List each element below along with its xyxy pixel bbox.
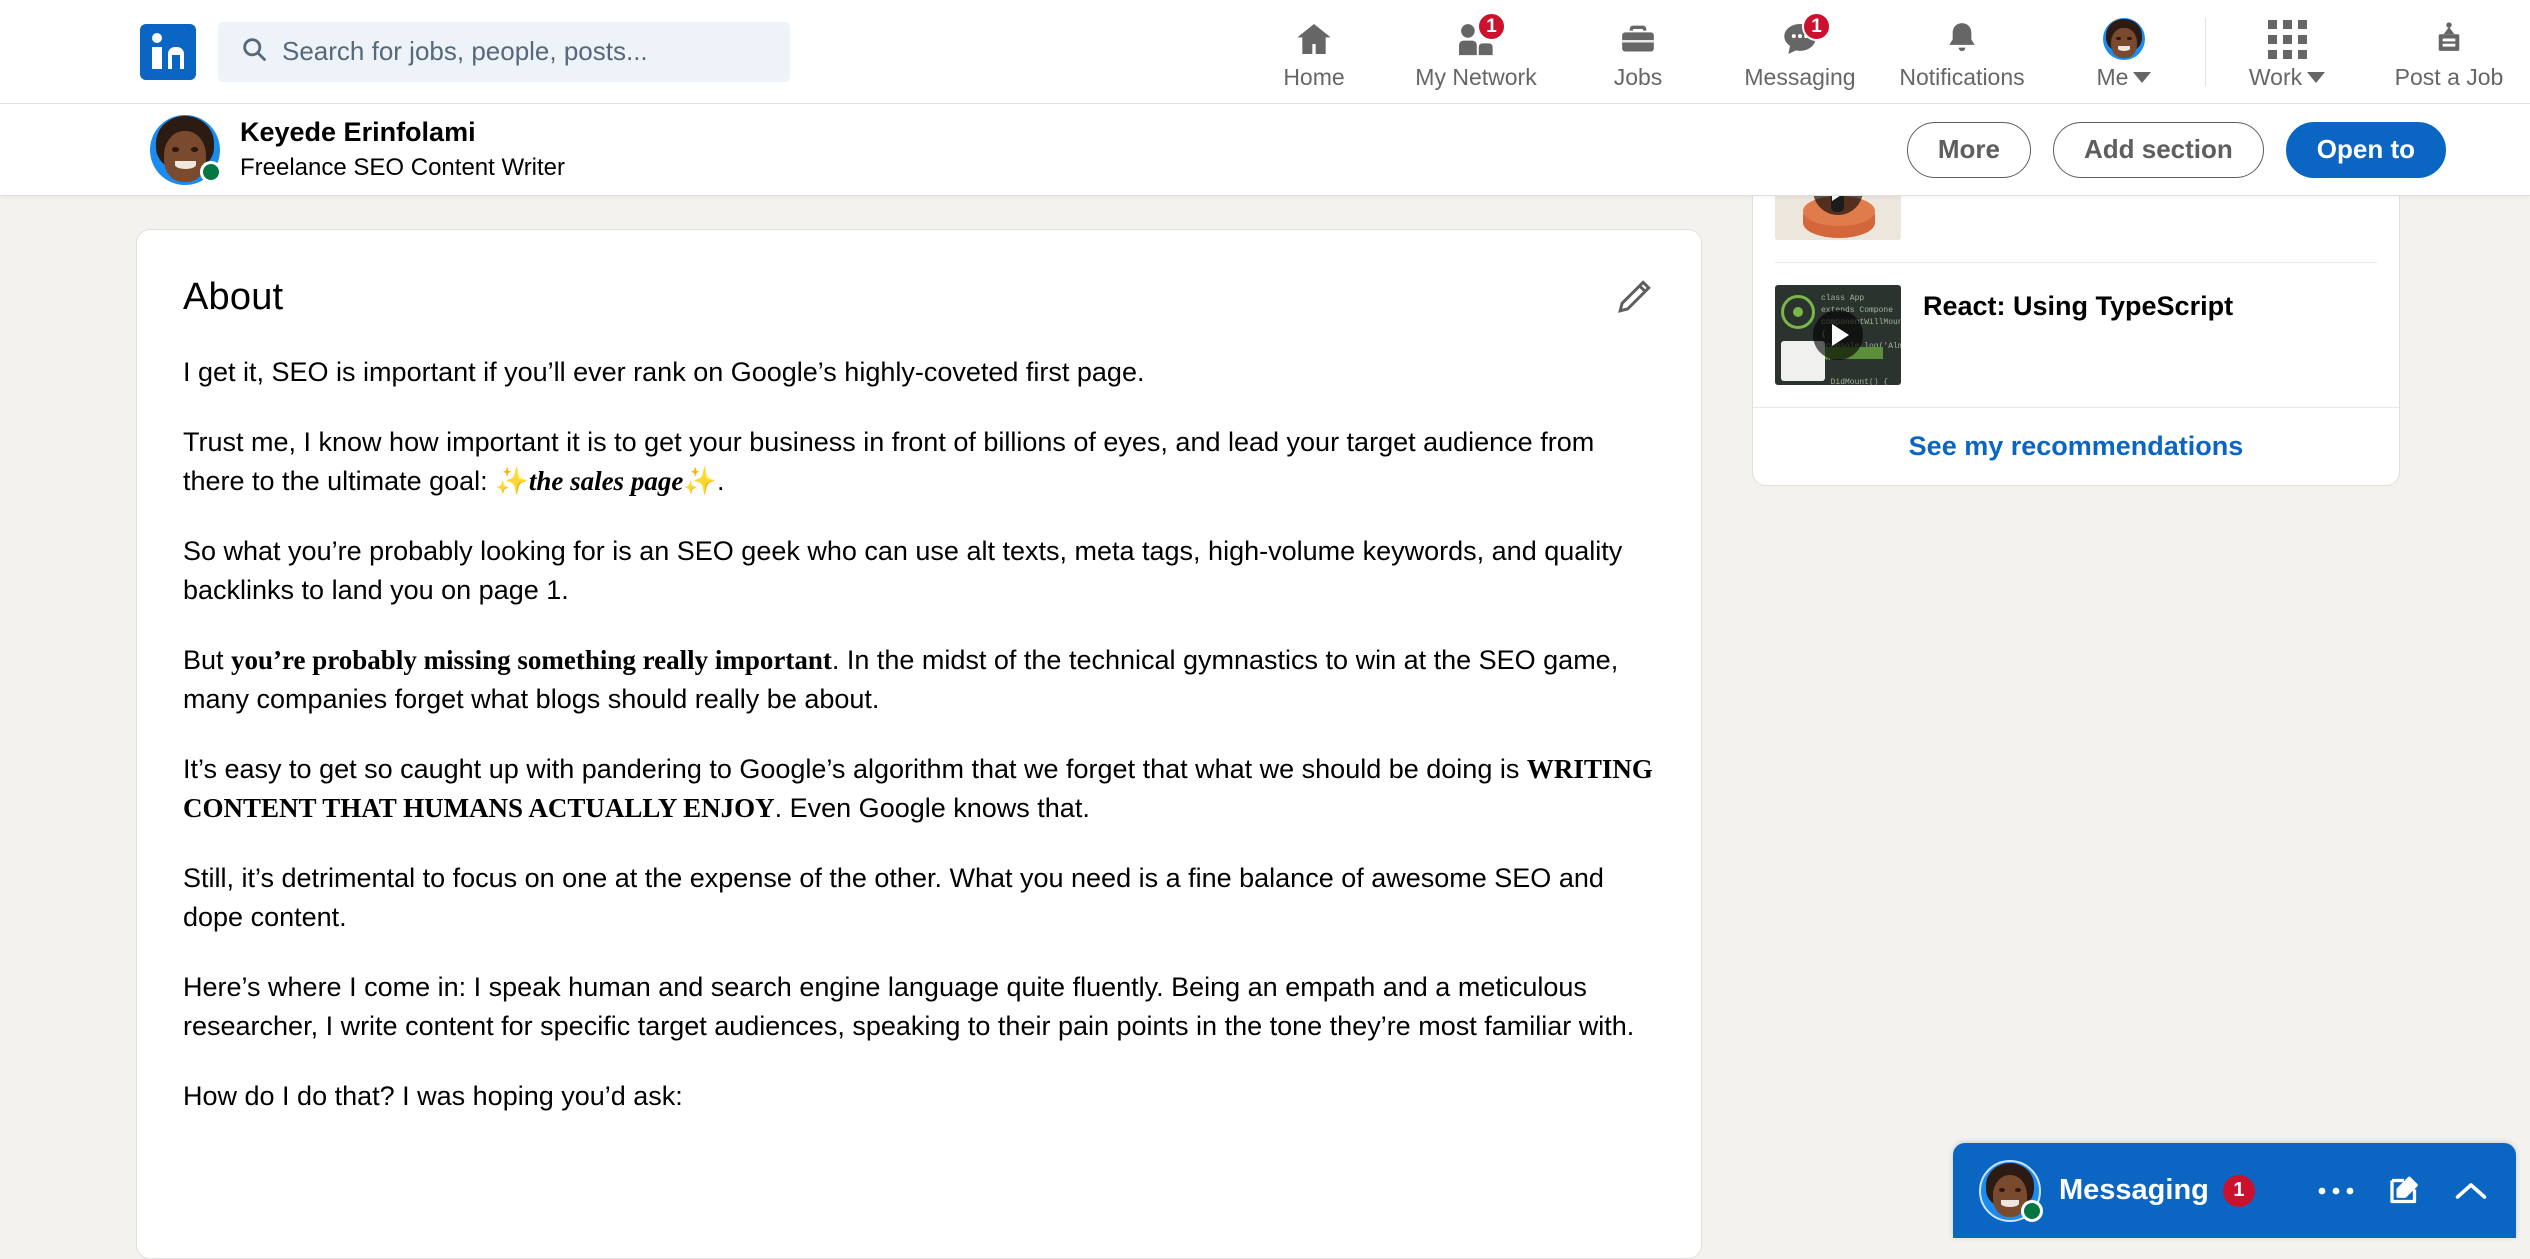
about-paragraph-text: . Even Google knows that.: [774, 793, 1090, 823]
nav-item-my-network[interactable]: 1 My Network: [1395, 0, 1557, 104]
about-paragraph-text: Here’s where I come in: I speak human an…: [183, 972, 1635, 1041]
about-paragraph: How do I do that? I was hoping you’d ask…: [183, 1077, 1655, 1116]
nav-label-notifications: Notifications: [1899, 64, 2025, 90]
online-status-badge: [2021, 1199, 2043, 1222]
search-icon: [240, 35, 268, 68]
search-box[interactable]: [218, 21, 790, 82]
about-paragraph-text: Trust me, I know how important it is to …: [183, 427, 1595, 496]
messaging-dock-actions: [2316, 1173, 2490, 1209]
compose-icon[interactable]: [2386, 1173, 2422, 1209]
pencil-icon[interactable]: [1613, 276, 1655, 323]
about-body: I get it, SEO is important if you’ll eve…: [137, 353, 1701, 1116]
profile-identity[interactable]: Keyede Erinfolami Freelance SEO Content …: [150, 114, 565, 185]
chevron-up-icon[interactable]: [2452, 1179, 2490, 1203]
see-my-recommendations-link[interactable]: See my recommendations: [1753, 407, 2399, 485]
nav-label-my-network: My Network: [1415, 64, 1537, 90]
nav-item-jobs[interactable]: Jobs: [1557, 0, 1719, 104]
about-paragraph: Here’s where I come in: I speak human an…: [183, 968, 1655, 1046]
home-icon: [1294, 18, 1334, 60]
about-paragraph-text: Still, it’s detrimental to focus on one …: [183, 863, 1604, 932]
more-button[interactable]: More: [1906, 121, 2031, 178]
nav-item-me[interactable]: Me: [2043, 0, 2205, 104]
sparkle-emoji: ✨: [495, 466, 529, 496]
page-title: Keyede Erinfolami: [240, 117, 476, 148]
about-paragraph-text: So what you’re probably looking for is a…: [183, 536, 1623, 605]
nav-label-me-text: Me: [2096, 64, 2129, 90]
primary-nav-items: Home 1 My Network Jobs 1 Messaging Notif…: [1233, 0, 2205, 104]
nav-item-messaging[interactable]: 1 Messaging: [1719, 0, 1881, 104]
about-emphasis: the sales page: [528, 466, 684, 496]
bell-icon: [1942, 18, 1982, 60]
play-icon[interactable]: [1813, 310, 1863, 360]
grid-icon: [2267, 18, 2307, 60]
nav-item-work[interactable]: Work: [2206, 0, 2368, 104]
messaging-dock[interactable]: Messaging 1: [1953, 1143, 2516, 1238]
avatar: [2103, 18, 2145, 60]
about-emphasis: you’re probably missing something really…: [231, 645, 832, 675]
about-paragraph-text: How do I do that? I was hoping you’d ask…: [183, 1081, 683, 1111]
about-paragraph: Still, it’s detrimental to focus on one …: [183, 859, 1655, 937]
profile-page-body: About I get it, SEO is important if you’…: [0, 117, 2530, 1259]
linkedin-logo-icon[interactable]: [140, 23, 196, 80]
about-paragraph: But you’re probably missing something re…: [183, 641, 1655, 719]
video-title: React: Using TypeScript: [1923, 291, 2234, 321]
nav-right-group: Home 1 My Network Jobs 1 Messaging Notif…: [1233, 0, 2530, 104]
nav-item-post-a-job[interactable]: Post a Job: [2368, 0, 2530, 104]
nav-badge-messaging: 1: [1802, 12, 1831, 41]
chevron-down-icon: [2307, 72, 2326, 83]
secondary-nav-items: Work Post a Job: [2206, 0, 2530, 104]
about-paragraph-text: I get it, SEO is important if you’ll eve…: [183, 357, 1145, 387]
messaging-unread-badge: 1: [2222, 1174, 2255, 1207]
about-paragraph-lead: It’s easy to get so caught up with pande…: [183, 754, 1527, 784]
sparkle-emoji: ✨: [683, 466, 717, 496]
about-paragraph: So what you’re probably looking for is a…: [183, 532, 1655, 610]
chevron-down-icon: [2133, 72, 2152, 83]
nav-item-home[interactable]: Home: [1233, 0, 1395, 104]
online-status-badge: [200, 160, 222, 183]
nav-label-work-text: Work: [2248, 64, 2303, 90]
avatar-icon: [2103, 18, 2145, 60]
open-to-button[interactable]: Open to: [2285, 121, 2446, 178]
profile-avatar-wrap[interactable]: [150, 114, 222, 185]
global-nav: Home 1 My Network: [0, 0, 2530, 104]
profile-text: Keyede Erinfolami Freelance SEO Content …: [240, 116, 565, 183]
nav-label-work: Work: [2248, 64, 2326, 91]
messaging-avatar-wrap: [1979, 1159, 2043, 1222]
profile-headline: Freelance SEO Content Writer: [240, 153, 566, 181]
about-paragraph-lead: But: [183, 645, 232, 675]
list-item[interactable]: class App extends ComponecomponentWillMo…: [1753, 263, 2399, 407]
nav-label-me: Me: [2097, 64, 2152, 91]
about-card: About I get it, SEO is important if you’…: [136, 229, 1702, 1259]
nav-left-group: [140, 21, 790, 82]
briefcase-icon: [1618, 18, 1658, 60]
about-paragraph-tail: .: [716, 466, 725, 496]
nav-label-home: Home: [1283, 64, 1345, 90]
about-paragraph: I get it, SEO is important if you’ll eve…: [183, 353, 1655, 392]
about-card-header: About: [137, 230, 1701, 323]
sticky-profile-bar: Keyede Erinfolami Freelance SEO Content …: [0, 104, 2530, 196]
nav-label-jobs: Jobs: [1613, 64, 1663, 90]
video-thumbnail[interactable]: class App extends ComponecomponentWillMo…: [1775, 285, 1901, 385]
profile-actions: More Add section Open to: [1906, 121, 2446, 178]
messaging-dock-title: Messaging: [2059, 1174, 2209, 1206]
nav-label-messaging: Messaging: [1744, 64, 1856, 90]
post-job-icon: [2430, 18, 2468, 60]
about-section-title: About: [183, 276, 284, 318]
nav-badge-my-network: 1: [1477, 12, 1506, 41]
about-paragraph: Trust me, I know how important it is to …: [183, 423, 1655, 501]
more-options-icon[interactable]: [2316, 1184, 2356, 1198]
people-icon: 1: [1455, 12, 1506, 60]
nav-item-notifications[interactable]: Notifications: [1881, 0, 2043, 104]
search-input[interactable]: [282, 36, 742, 67]
message-icon: 1: [1780, 12, 1831, 60]
nav-label-post-a-job: Post a Job: [2394, 64, 2504, 90]
add-section-button[interactable]: Add section: [2052, 121, 2264, 178]
about-paragraph: It’s easy to get so caught up with pande…: [183, 750, 1655, 828]
